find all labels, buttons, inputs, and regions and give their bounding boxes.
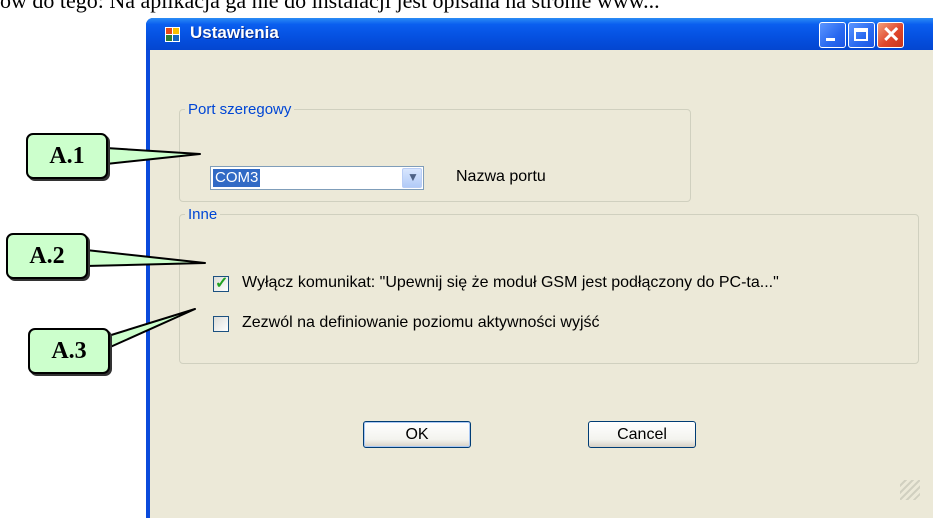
callout-a3: A.3 — [28, 328, 110, 374]
callout-a1: A.1 — [26, 133, 108, 179]
callout-pointers — [85, 147, 206, 349]
callout-pointer-a2 — [85, 249, 206, 267]
callout-a2: A.2 — [6, 233, 88, 279]
callout-pointer-a1 — [105, 147, 201, 165]
callout-pointer-a3 — [107, 308, 196, 349]
